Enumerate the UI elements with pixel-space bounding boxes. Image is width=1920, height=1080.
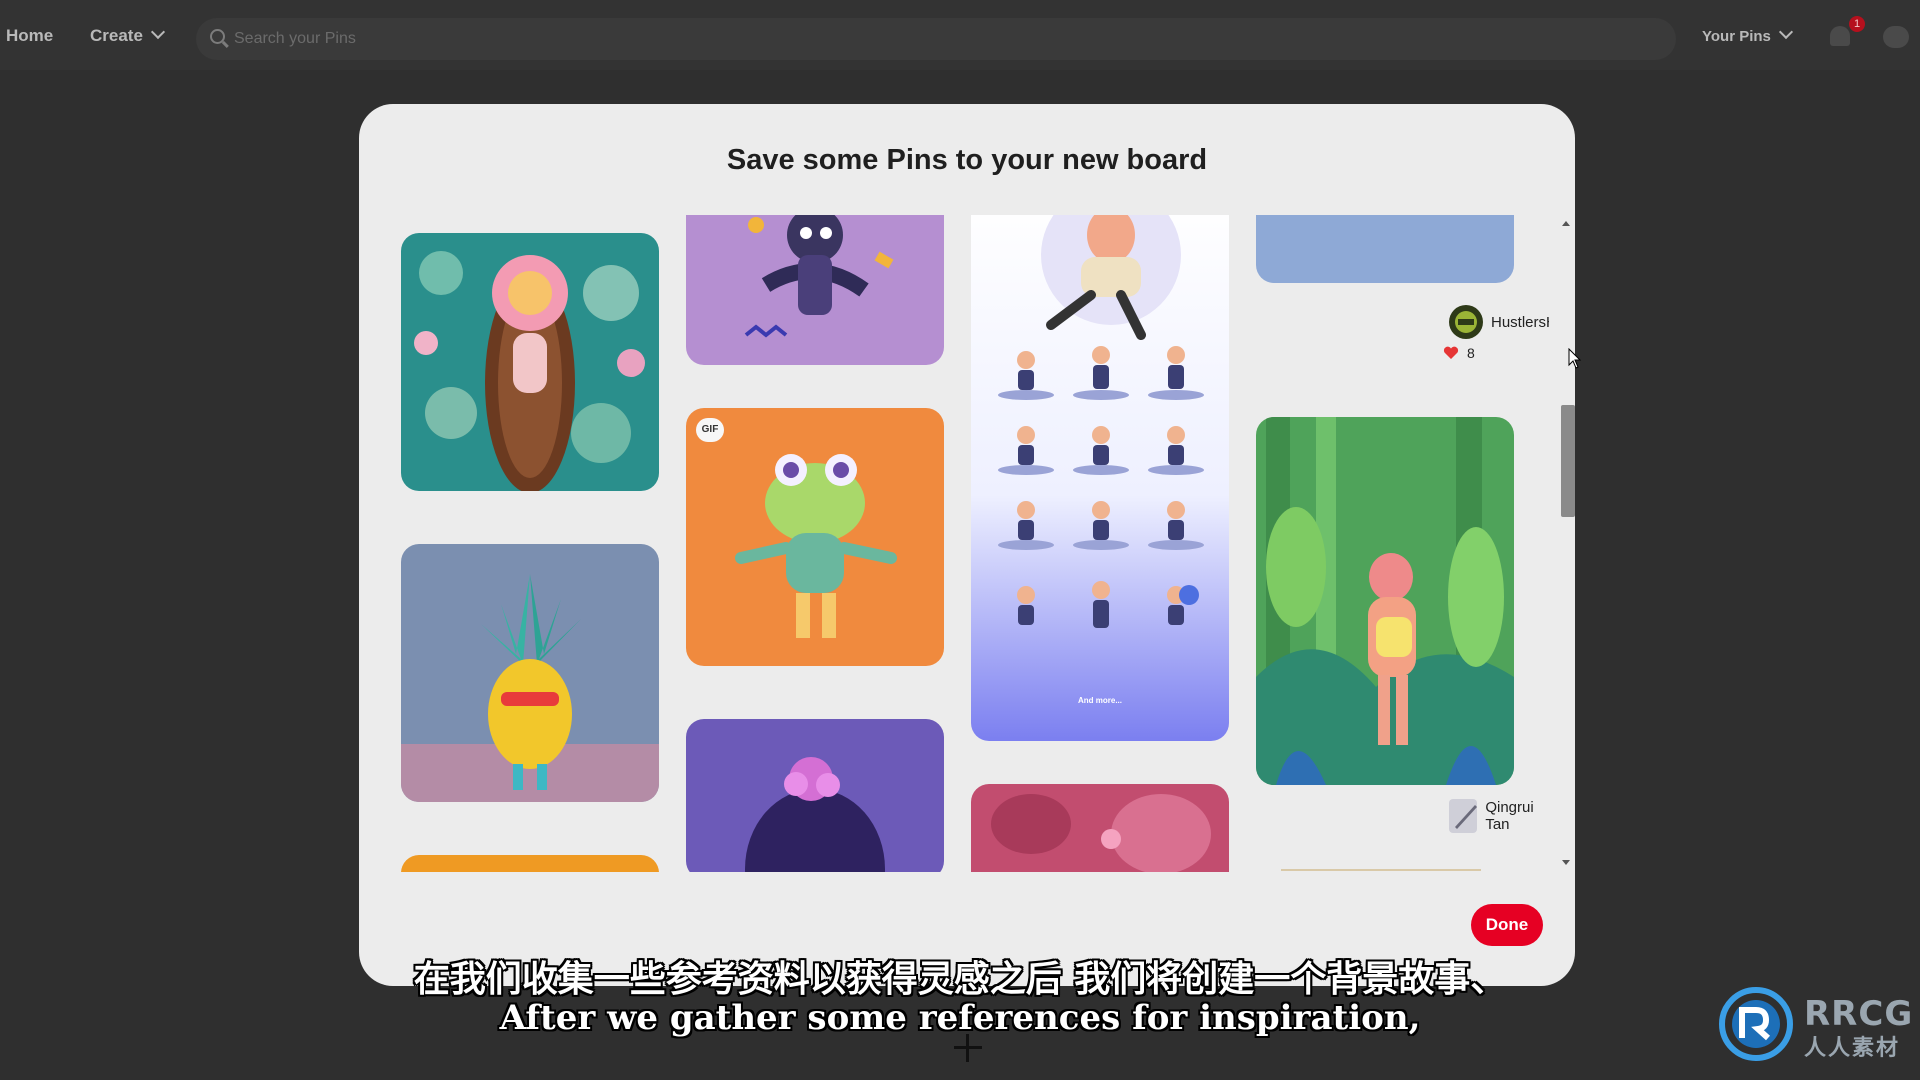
search-icon	[210, 29, 225, 44]
search-bar[interactable]: Search your Pins	[196, 18, 1676, 60]
heart-icon	[1443, 346, 1459, 359]
your-pins-label: Your Pins	[1702, 28, 1771, 45]
pin-image	[686, 719, 944, 872]
nav-create-menu[interactable]: Create	[90, 24, 165, 46]
creator-name: Qingrui Tan	[1485, 799, 1534, 833]
gif-badge: GIF	[696, 418, 724, 442]
nav-home-link[interactable]: Home	[6, 26, 53, 46]
notification-badge: 1	[1849, 16, 1865, 32]
mouse-cursor-icon	[1568, 348, 1582, 369]
pin-card-edge	[1281, 869, 1481, 871]
pin-image	[686, 215, 944, 365]
watermark-brand: RRCG	[1804, 994, 1914, 1034]
pin-likes: 8	[1443, 345, 1475, 361]
pin-image	[401, 544, 659, 802]
pin-image	[401, 233, 659, 491]
pin-image	[1256, 417, 1514, 785]
chat-icon[interactable]	[1883, 26, 1909, 48]
done-button[interactable]: Done	[1471, 904, 1543, 946]
pin-image: And more...	[971, 215, 1229, 741]
subtitle-chinese: 在我们收集一些参考资料以获得灵感之后 我们将创建一个背景故事、	[413, 959, 1507, 1000]
pin-creator-row[interactable]: HustlersHold	[1449, 305, 1549, 339]
pin-card-pink[interactable]	[971, 784, 1229, 872]
your-pins-menu[interactable]: Your Pins	[1702, 24, 1793, 45]
pin-card-girl[interactable]	[686, 719, 944, 872]
bell-icon[interactable]	[1830, 26, 1850, 46]
save-pins-modal: Save some Pins to your new board GIF And…	[359, 104, 1575, 986]
character-sheet-caption: And more...	[1078, 696, 1122, 705]
watermark-logo-icon	[1719, 987, 1793, 1061]
scrollbar-thumb[interactable]	[1561, 405, 1575, 517]
pin-card-blue[interactable]	[1256, 215, 1514, 283]
pin-card-frog[interactable]: GIF	[686, 408, 944, 666]
pin-card-forest[interactable]	[1256, 417, 1514, 785]
scroll-down-arrow-icon[interactable]	[1562, 860, 1570, 865]
crosshair-icon	[954, 1034, 982, 1062]
pin-image	[971, 784, 1229, 872]
chevron-down-icon	[1778, 24, 1793, 40]
creator-avatar	[1449, 799, 1478, 833]
top-navigation: Home Create Search your Pins Your Pins 1	[0, 0, 1920, 70]
creator-avatar	[1449, 305, 1483, 339]
pin-card-character-sheet[interactable]: And more...	[971, 215, 1229, 741]
watermark-chinese: 人人素材	[1804, 1036, 1901, 1061]
scrollbar[interactable]	[1558, 217, 1575, 871]
pin-card-pineapple[interactable]	[401, 544, 659, 802]
pin-creator-row[interactable]: Qingrui Tan	[1449, 799, 1549, 833]
pin-image	[686, 408, 944, 666]
creator-name: HustlersHold	[1491, 313, 1549, 331]
subtitle-english: After we gather some references for insp…	[499, 998, 1421, 1038]
pin-card-boat[interactable]	[401, 233, 659, 491]
scroll-up-arrow-icon[interactable]	[1562, 221, 1570, 226]
nav-create-label: Create	[90, 26, 143, 45]
chevron-down-icon	[150, 24, 165, 40]
modal-title: Save some Pins to your new board	[726, 144, 1208, 176]
pin-card-orange[interactable]	[401, 855, 659, 872]
search-placeholder: Search your Pins	[234, 30, 356, 47]
pin-grid: GIF And more... Hustlers 8 Qingrui Tan	[401, 215, 1549, 872]
pin-card-purple-character[interactable]	[686, 215, 944, 365]
like-count: 8	[1467, 345, 1475, 361]
